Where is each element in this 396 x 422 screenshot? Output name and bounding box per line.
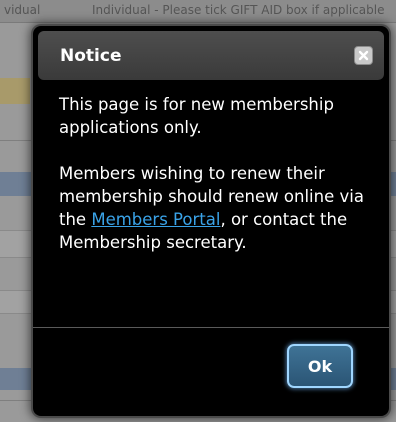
members-portal-link[interactable]: Members Portal bbox=[91, 210, 220, 229]
background-row-label: Individual - Please tick GIFT AID box if… bbox=[92, 3, 385, 17]
close-button[interactable] bbox=[354, 46, 373, 65]
dialog-body: This page is for new membership applicat… bbox=[59, 93, 371, 254]
ok-button[interactable]: Ok bbox=[287, 344, 353, 388]
background-heading-block bbox=[0, 78, 30, 104]
notice-dialog: Notice This page is for new membership a… bbox=[33, 26, 389, 416]
background-row-label-left: vidual bbox=[4, 3, 41, 17]
close-icon bbox=[358, 50, 369, 61]
dialog-header: Notice bbox=[38, 31, 384, 80]
dialog-message-paragraph: Members wishing to renew their membershi… bbox=[59, 162, 371, 254]
dialog-message-paragraph: This page is for new membership applicat… bbox=[59, 93, 371, 139]
dialog-title: Notice bbox=[60, 46, 122, 66]
background-top-row: vidual Individual - Please tick GIFT AID… bbox=[0, 0, 396, 23]
dialog-footer-divider bbox=[33, 327, 389, 328]
new-applications-notice-text: This page is for new membership applicat… bbox=[59, 95, 334, 137]
